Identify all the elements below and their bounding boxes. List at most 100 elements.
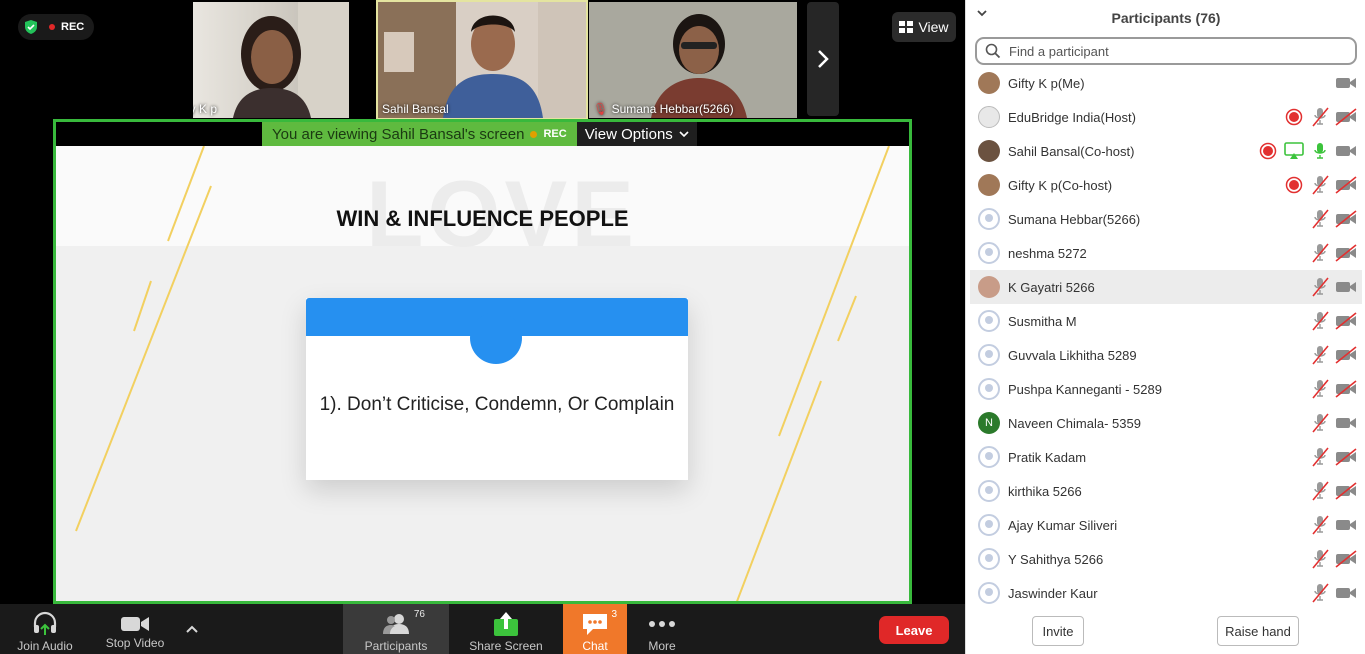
- video-camera-icon: [1335, 412, 1357, 434]
- video-off-icon: [1335, 480, 1357, 502]
- participant-row[interactable]: Pratik Kadam: [970, 440, 1362, 474]
- mic-muted-icon[interactable]: [1309, 378, 1331, 400]
- avatar: [978, 174, 1000, 196]
- participant-name: EduBridge India(Host): [1008, 109, 1136, 125]
- participant-status-icons: [1309, 412, 1357, 434]
- participant-row[interactable]: Gifty K p(Co-host): [970, 168, 1362, 202]
- participant-search[interactable]: [975, 37, 1357, 65]
- participant-status-icons: [1309, 242, 1357, 264]
- participant-name: Susmitha M: [1008, 313, 1077, 329]
- meeting-toolbar: Join Audio Stop Video 76 Participants Sh…: [0, 604, 965, 654]
- mic-muted-icon[interactable]: [1309, 412, 1331, 434]
- share-screen-button[interactable]: Share Screen: [464, 604, 548, 654]
- participant-status-icons: [1309, 548, 1357, 570]
- next-page-button[interactable]: [807, 2, 839, 116]
- participant-row[interactable]: K Gayatri 5266: [970, 270, 1362, 304]
- participant-row[interactable]: N Naveen Chimala- 5359: [970, 406, 1362, 440]
- participant-name: Sahil Bansal(Co-host): [1008, 143, 1135, 159]
- mic-muted-icon[interactable]: [1309, 276, 1331, 298]
- participant-row[interactable]: Sumana Hebbar(5266): [970, 202, 1362, 236]
- video-tile-gifty[interactable]: Gifty K p: [193, 2, 349, 118]
- avatar: [978, 514, 1000, 536]
- chat-button[interactable]: 3 Chat: [563, 604, 627, 654]
- view-options-label: View Options: [584, 125, 673, 143]
- more-label: More: [648, 639, 676, 653]
- mic-muted-icon[interactable]: [1309, 242, 1331, 264]
- mic-muted-icon[interactable]: [1309, 480, 1331, 502]
- invite-button[interactable]: Invite: [1032, 616, 1084, 646]
- grid-view-icon: [899, 21, 914, 33]
- participant-status-icons: [1309, 514, 1357, 536]
- search-icon: [985, 43, 1001, 59]
- participant-status-icons: [1309, 276, 1357, 298]
- avatar: [978, 72, 1000, 94]
- recording-icon: [1283, 174, 1305, 196]
- video-off-icon: [1335, 208, 1357, 230]
- participant-name: neshma 5272: [1008, 245, 1087, 261]
- mic-muted-icon[interactable]: [1309, 548, 1331, 570]
- slide-title: WIN & INFLUENCE PEOPLE: [336, 206, 629, 231]
- mic-muted-icon[interactable]: [1309, 344, 1331, 366]
- muted-mic-icon: 🎙︎: [593, 102, 609, 116]
- recording-label: REC: [61, 21, 85, 33]
- avatar: [978, 548, 1000, 570]
- video-off-icon: [1335, 548, 1357, 570]
- avatar: [978, 582, 1000, 604]
- join-audio-label: Join Audio: [17, 639, 73, 653]
- mic-muted-icon[interactable]: [1309, 208, 1331, 230]
- participants-button[interactable]: 76 Participants: [343, 604, 449, 654]
- stop-video-button[interactable]: Stop Video: [98, 604, 172, 654]
- tile-name: Sahil Bansal: [382, 102, 449, 116]
- avatar: [978, 446, 1000, 468]
- participant-status-icons: [1257, 140, 1357, 162]
- participant-row[interactable]: EduBridge India(Host): [970, 100, 1362, 134]
- video-tile-sahil[interactable]: Sahil Bansal: [376, 0, 588, 120]
- mic-muted-icon[interactable]: [1309, 582, 1331, 604]
- mic-muted-icon[interactable]: [1309, 446, 1331, 468]
- participant-row[interactable]: Gifty K p(Me): [970, 66, 1362, 100]
- participant-row[interactable]: Susmitha M: [970, 304, 1362, 338]
- participants-panel: Participants (76) Gifty K p(Me) EduBridge…: [965, 0, 1365, 654]
- video-off-icon: [1335, 174, 1357, 196]
- chat-label: Chat: [582, 639, 608, 653]
- mic-muted-icon[interactable]: [1309, 106, 1331, 128]
- participant-row[interactable]: Guvvala Likhitha 5289: [970, 338, 1362, 372]
- stop-video-label: Stop Video: [105, 636, 165, 650]
- video-off-icon: [1335, 106, 1357, 128]
- participant-row[interactable]: Pushpa Kanneganti - 5289: [970, 372, 1362, 406]
- avatar: [978, 208, 1000, 230]
- mic-icon[interactable]: [1309, 140, 1331, 162]
- participant-row[interactable]: Sahil Bansal(Co-host): [970, 134, 1362, 168]
- search-input[interactable]: [1009, 43, 1329, 59]
- mic-muted-icon[interactable]: [1309, 310, 1331, 332]
- participant-row[interactable]: neshma 5272: [970, 236, 1362, 270]
- participant-name: Gifty K p(Me): [1008, 75, 1085, 91]
- video-options-button[interactable]: [178, 604, 206, 654]
- leave-button[interactable]: Leave: [879, 616, 949, 644]
- share-banner: You are viewing Sahil Bansal's screen RE…: [262, 122, 697, 146]
- card-circle: [470, 312, 522, 364]
- video-tile-sumana[interactable]: 🎙︎ Sumana Hebbar(5266): [589, 2, 797, 118]
- security-badge[interactable]: REC: [18, 14, 94, 40]
- more-button[interactable]: More: [637, 604, 687, 654]
- participant-row[interactable]: Y Sahithya 5266: [970, 542, 1362, 576]
- video-camera-icon: [1335, 582, 1357, 604]
- view-options-button[interactable]: View Options: [576, 122, 697, 146]
- video-off-icon: [1335, 344, 1357, 366]
- mic-muted-icon[interactable]: [1309, 174, 1331, 196]
- participant-row[interactable]: Ajay Kumar Siliveri: [970, 508, 1362, 542]
- participants-label: Participants: [364, 639, 428, 653]
- meeting-area: REC Gifty K p Sahil Bansal: [0, 0, 965, 654]
- raise-hand-button[interactable]: Raise hand: [1217, 616, 1299, 646]
- participant-row[interactable]: Jaswinder Kaur: [970, 576, 1362, 604]
- join-audio-button[interactable]: Join Audio: [8, 604, 82, 654]
- participant-row[interactable]: kirthika 5266: [970, 474, 1362, 508]
- view-button[interactable]: View: [892, 12, 956, 42]
- participant-status-icons: [1335, 72, 1357, 94]
- viewing-screen-message: You are viewing Sahil Bansal's screen RE…: [262, 122, 577, 146]
- participant-list[interactable]: Gifty K p(Me) EduBridge India(Host) Sahil …: [970, 66, 1362, 604]
- participant-name: Pushpa Kanneganti - 5289: [1008, 381, 1162, 397]
- chevron-up-icon: [186, 625, 198, 633]
- mic-muted-icon[interactable]: [1309, 514, 1331, 536]
- slide-card: 1). Don’t Criticise, Condemn, Or Complai…: [306, 298, 688, 480]
